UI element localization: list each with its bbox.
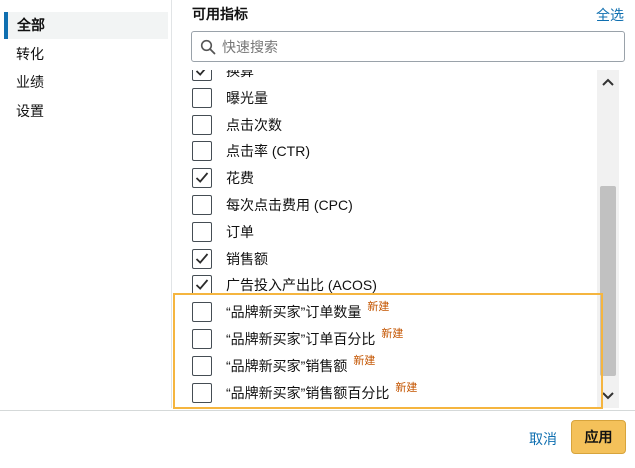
metric-label: “品牌新买家”订单数量 新建 [226,301,390,324]
metric-label-text: 点击次数 [226,116,282,133]
search-icon [200,39,216,55]
metric-checkbox[interactable] [192,382,212,403]
metric-row[interactable]: 花费 [192,166,592,193]
metric-checkbox[interactable] [192,195,212,215]
metric-label: 点击率 (CTR) [226,141,310,161]
metric-checkbox[interactable] [192,87,212,108]
search-box [191,31,625,62]
metric-label: “品牌新买家”销售额百分比 新建 [226,381,418,405]
metric-checkbox[interactable] [192,141,212,162]
scrollbar[interactable] [597,70,619,408]
metric-label: 花费 [226,168,254,188]
metric-checkbox[interactable] [192,70,212,81]
metric-row[interactable]: 点击次数 [192,113,592,140]
sidebar-item-settings[interactable]: 设置 [4,98,168,125]
metric-row[interactable]: 点击率 (CTR) [192,139,592,166]
metric-label-text: 曝光量 [226,89,268,106]
category-sidebar: 全部 转化 业绩 设置 [0,0,172,408]
metric-label: “品牌新买家”订单百分比 新建 [226,328,404,351]
metric-label-text: “品牌新买家”销售额 [226,357,348,374]
metric-row[interactable]: 广告投入产出比 (ACOS) [192,273,592,300]
metric-label-text: 每次点击费用 (CPC) [226,197,353,213]
metric-label-text: “品牌新买家”销售额百分比 [226,384,390,401]
metric-label-text: 销售额 [226,250,268,267]
metric-row[interactable]: “品牌新买家”订单百分比 新建 [192,327,592,354]
metric-checkbox[interactable] [192,168,212,189]
select-all-link[interactable]: 全选 [596,5,624,25]
metric-row[interactable]: “品牌新买家”销售额百分比 新建 [192,381,592,408]
new-badge: 新建 [381,328,404,340]
metric-label: 每次点击费用 (CPC) [226,195,353,215]
metric-checkbox[interactable] [192,355,212,376]
metric-row[interactable]: 曝光量 [192,86,592,113]
apply-button[interactable]: 应用 [571,420,626,454]
metric-label: 换算 [226,70,254,81]
metric-checkbox[interactable] [192,302,212,323]
metric-checkbox[interactable] [192,275,212,296]
metric-checkbox[interactable] [192,329,212,349]
search-input[interactable] [222,37,617,57]
metric-label-text: 花费 [226,170,254,187]
metric-label: 销售额 [226,249,268,269]
sidebar-item-conversion[interactable]: 转化 [4,41,168,68]
metric-label: “品牌新买家”销售额 新建 [226,354,376,378]
scroll-down-arrow-icon[interactable] [597,384,619,408]
sidebar-divider [171,0,172,408]
metric-checkbox[interactable] [192,114,212,135]
metric-label-text: 点击率 (CTR) [226,143,310,160]
scrollbar-thumb[interactable] [600,186,616,376]
metric-label: 点击次数 [226,115,282,135]
new-badge: 新建 [395,381,418,394]
metric-label: 广告投入产出比 (ACOS) [226,275,377,295]
metric-label: 订单 [226,222,254,242]
new-badge: 新建 [367,301,390,314]
metric-label-text: 订单 [226,223,254,240]
metric-label-text: 广告投入产出比 (ACOS) [226,277,377,294]
metric-row[interactable]: 订单 [192,220,592,247]
metric-row[interactable]: 每次点击费用 (CPC) [192,193,592,220]
metric-checkbox[interactable] [192,221,212,242]
metric-row[interactable]: 销售额 [192,247,592,274]
metric-checkbox[interactable] [192,248,212,269]
metric-list: 换算曝光量点击次数点击率 (CTR) 花费每次点击费用 (CPC) 订单销售额广告投… [173,70,597,408]
footer-divider [0,410,635,411]
sidebar-item-all[interactable]: 全部 [4,12,168,39]
cancel-button[interactable]: 取消 [529,429,557,449]
sidebar-item-performance[interactable]: 业绩 [4,69,168,96]
metric-row[interactable]: “品牌新买家”订单数量 新建 [192,300,592,327]
metric-row[interactable]: 换算 [192,70,592,86]
new-badge: 新建 [353,354,376,367]
metric-label-text: 换算 [226,70,254,79]
panel-title: 可用指标 [192,6,248,22]
metric-label: 曝光量 [226,88,268,108]
metric-label-text: “品牌新买家”订单百分比 [226,331,376,347]
metric-label-text: “品牌新买家”订单数量 [226,304,362,321]
scroll-up-arrow-icon[interactable] [597,70,619,94]
metric-row[interactable]: “品牌新买家”销售额 新建 [192,354,592,381]
